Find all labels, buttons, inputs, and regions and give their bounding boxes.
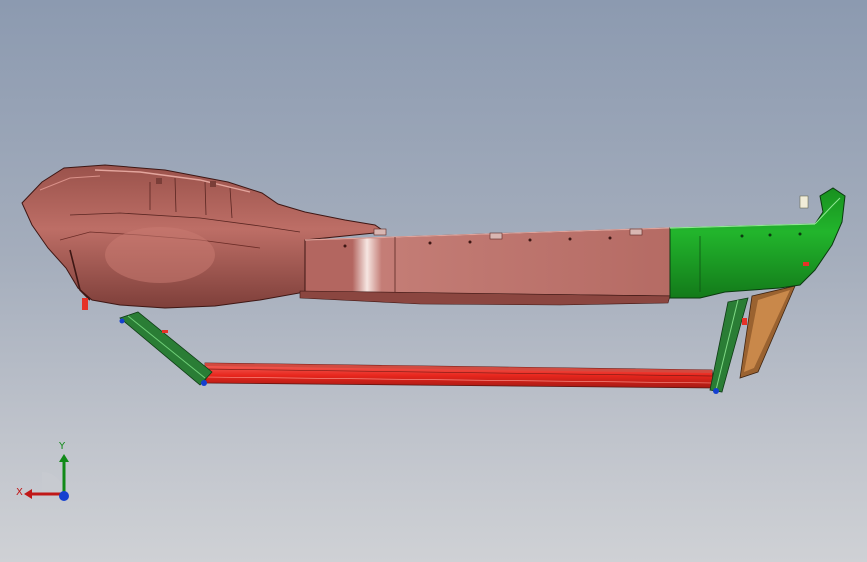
triad-sector — [42, 472, 64, 494]
x-axis-arrowhead — [24, 489, 32, 499]
left-strut[interactable] — [119, 311, 213, 386]
green-front-section[interactable] — [669, 187, 846, 299]
y-axis-arrowhead — [59, 454, 69, 462]
right-strut[interactable] — [709, 285, 796, 394]
side-rail[interactable] — [299, 227, 671, 306]
x-axis-label: X — [16, 487, 23, 498]
y-axis-label: Y — [59, 441, 66, 452]
z-axis-dot — [59, 491, 69, 501]
lower-rail[interactable] — [204, 362, 715, 389]
cad-model[interactable] — [0, 0, 867, 562]
coordinate-triad: X Y — [10, 438, 80, 508]
3d-cad-viewport[interactable]: X Y — [0, 0, 867, 562]
